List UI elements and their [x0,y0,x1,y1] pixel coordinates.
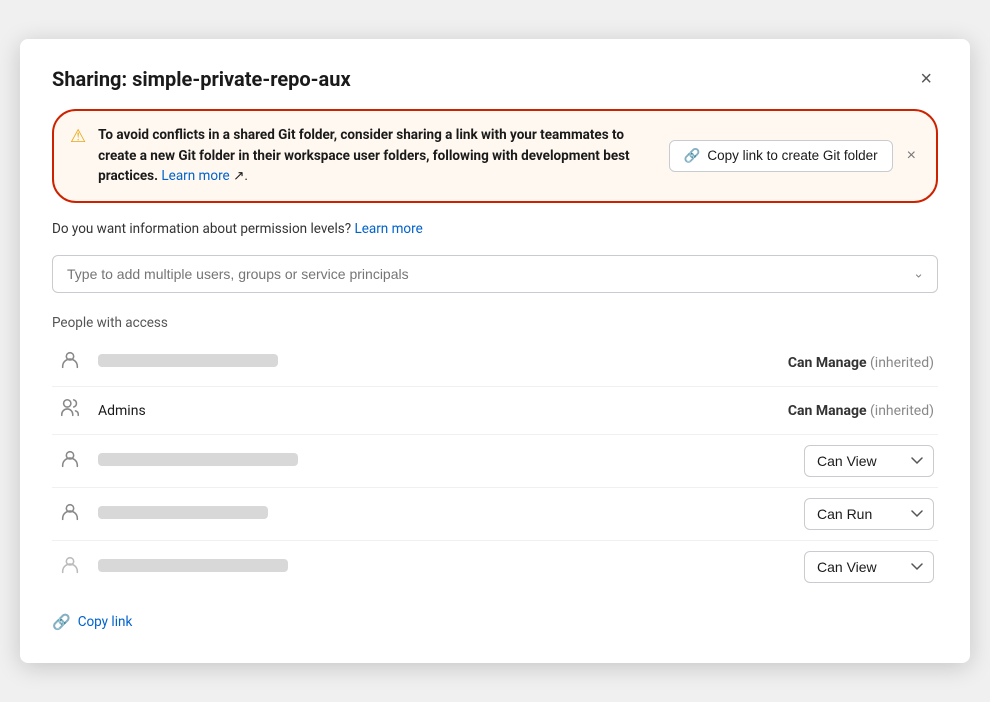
close-button[interactable]: × [914,67,938,91]
redacted-name-bar [98,453,298,466]
person-row: Can ViewCan EditCan RunCan ManageNo Acce… [52,488,938,541]
person-icon [56,448,84,475]
permission-select[interactable]: Can ViewCan EditCan RunCan ManageNo Acce… [804,551,934,583]
modal-title: Sharing: simple-private-repo-aux [52,67,351,91]
warning-external-icon: ↗ [230,168,245,184]
person-icon [56,501,84,528]
warning-learn-more-link[interactable]: Learn more [161,168,229,184]
warning-banner-right: 🔗 Copy link to create Git folder × [669,140,920,172]
copy-link-button[interactable]: 🔗 Copy link [52,613,938,631]
inherited-label: (inherited) [867,403,934,419]
copy-link-icon: 🔗 [684,148,701,164]
person-name [98,559,288,576]
person-name [98,506,268,523]
person-right: Can ViewCan EditCan RunCan ManageNo Acce… [804,498,934,530]
warning-banner-left: ⚠ To avoid conflicts in a shared Git fol… [70,125,653,188]
redacted-name-bar [98,559,288,572]
copy-link-to-git-button[interactable]: 🔗 Copy link to create Git folder [669,140,893,172]
warning-icon: ⚠ [70,126,86,147]
people-with-access-label: People with access [52,315,938,331]
warning-text: To avoid conflicts in a shared Git folde… [98,125,652,188]
copy-link-footer-label: Copy link [78,614,133,630]
person-right: Can ViewCan EditCan RunCan ManageNo Acce… [804,445,934,477]
search-input[interactable] [52,255,938,293]
copy-link-to-git-label: Copy link to create Git folder [707,148,877,163]
person-left [56,554,288,581]
warning-banner: ⚠ To avoid conflicts in a shared Git fol… [52,109,938,204]
person-name: Admins [98,403,146,419]
group-icon [56,397,84,424]
permission-info: Do you want information about permission… [52,221,938,237]
permission-info-text: Do you want information about permission… [52,221,351,237]
permission-select[interactable]: Can ViewCan EditCan RunCan ManageNo Acce… [804,498,934,530]
sharing-modal: Sharing: simple-private-repo-aux × ⚠ To … [20,39,970,664]
redacted-name-bar [98,506,268,519]
banner-close-button[interactable]: × [903,145,920,167]
person-row: Can Manage (inherited) [52,339,938,387]
permission-select[interactable]: Can ViewCan EditCan RunCan ManageNo Acce… [804,445,934,477]
person-right: Can Manage (inherited) [788,355,934,371]
person-name [98,453,298,470]
person-left [56,501,268,528]
modal-header: Sharing: simple-private-repo-aux × [52,67,938,91]
copy-link-footer-icon: 🔗 [52,613,71,631]
person-row: Can ViewCan EditCan RunCan ManageNo Acce… [52,435,938,488]
permission-learn-more-link[interactable]: Learn more [354,221,422,237]
person-outline-icon [56,554,84,581]
person-icon [56,349,84,376]
person-left [56,448,298,475]
inherited-label: (inherited) [867,355,934,371]
person-right: Can Manage (inherited) [788,403,934,419]
person-left [56,349,278,376]
person-left: Admins [56,397,146,424]
person-right: Can ViewCan EditCan RunCan ManageNo Acce… [804,551,934,583]
permission-text: Can Manage (inherited) [788,355,934,371]
people-list: Can Manage (inherited) Admins Can Manage (… [52,339,938,593]
person-row: Can ViewCan EditCan RunCan ManageNo Acce… [52,541,938,593]
redacted-name-bar [98,354,278,367]
person-name [98,354,278,371]
person-row: Admins Can Manage (inherited) [52,387,938,435]
search-input-wrap: ⌄ [52,255,938,293]
permission-text: Can Manage (inherited) [788,403,934,419]
